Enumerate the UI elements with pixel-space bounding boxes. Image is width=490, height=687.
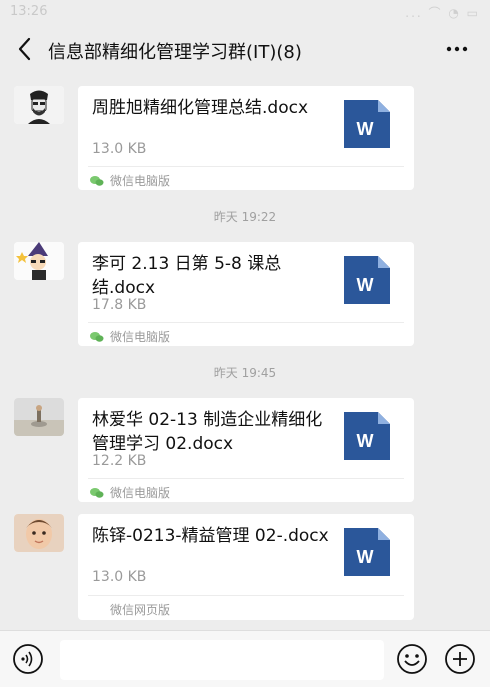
source-label: 微信电脑版 xyxy=(110,330,171,344)
avatar[interactable] xyxy=(14,242,64,280)
more-icon[interactable] xyxy=(442,34,472,64)
pc-wechat-icon xyxy=(90,331,104,342)
divider xyxy=(88,478,404,479)
emoji-icon[interactable] xyxy=(396,643,428,675)
file-source: 微信电脑版 xyxy=(90,172,170,189)
status-bar: 13:26 ... ⌒ ◔ ▭ xyxy=(0,0,490,26)
word-file-icon: W xyxy=(344,256,390,304)
file-size: 17.8 KB xyxy=(92,297,147,313)
avatar[interactable] xyxy=(14,514,64,552)
file-source: 微信电脑版 xyxy=(90,328,170,345)
file-size: 13.0 KB xyxy=(92,141,147,157)
source-label: 微信网页版 xyxy=(110,603,171,617)
source-label: 微信电脑版 xyxy=(110,486,171,500)
file-size: 13.0 KB xyxy=(92,569,147,585)
chat-title: 信息部精细化管理学习群(IT)(8) xyxy=(48,42,302,63)
word-letter: W xyxy=(357,119,374,139)
timestamp: 昨天 19:45 xyxy=(213,366,277,380)
word-file-icon: W xyxy=(344,412,390,460)
timestamp: 昨天 19:22 xyxy=(213,210,277,224)
back-icon[interactable] xyxy=(12,34,38,64)
file-message-card[interactable]: 林爱华 02-13 制造企业精细化管理学习 02.docx 12.2 KB W … xyxy=(78,398,414,502)
input-bar xyxy=(0,630,490,687)
file-name: 李可 2.13 日第 5-8 课总结.docx xyxy=(92,254,282,298)
file-message-card[interactable]: 李可 2.13 日第 5-8 课总结.docx 17.8 KB W 微信电脑版 xyxy=(78,242,414,346)
pc-wechat-icon xyxy=(90,487,104,498)
file-name: 陈铎-0213-精益管理 02-.docx xyxy=(92,526,329,546)
avatar[interactable] xyxy=(14,398,64,436)
word-file-icon: W xyxy=(344,528,390,576)
file-source: 微信网页版 xyxy=(110,601,170,618)
nav-bar: 信息部精细化管理学习群(IT)(8) xyxy=(0,26,490,72)
word-file-icon: W xyxy=(344,100,390,148)
word-letter: W xyxy=(357,275,374,295)
word-letter: W xyxy=(357,431,374,451)
message-input[interactable] xyxy=(60,640,384,680)
file-name: 林爱华 02-13 制造企业精细化管理学习 02.docx xyxy=(92,410,323,454)
voice-icon[interactable] xyxy=(12,643,44,675)
word-letter: W xyxy=(357,547,374,567)
file-size: 12.2 KB xyxy=(92,453,147,469)
file-source: 微信电脑版 xyxy=(90,484,170,501)
file-message-card[interactable]: 周胜旭精细化管理总结.docx 13.0 KB W 微信电脑版 xyxy=(78,86,414,190)
divider xyxy=(88,166,404,167)
status-time: 13:26 xyxy=(10,4,48,19)
source-label: 微信电脑版 xyxy=(110,174,171,188)
pc-wechat-icon xyxy=(90,175,104,186)
plus-icon[interactable] xyxy=(444,643,476,675)
avatar[interactable] xyxy=(14,86,64,124)
file-name: 周胜旭精细化管理总结.docx xyxy=(92,98,309,118)
status-icons: ... ⌒ ◔ ▭ xyxy=(405,6,480,20)
divider xyxy=(88,322,404,323)
divider xyxy=(88,595,404,596)
file-message-card[interactable]: 陈铎-0213-精益管理 02-.docx 13.0 KB W 微信网页版 xyxy=(78,514,414,620)
